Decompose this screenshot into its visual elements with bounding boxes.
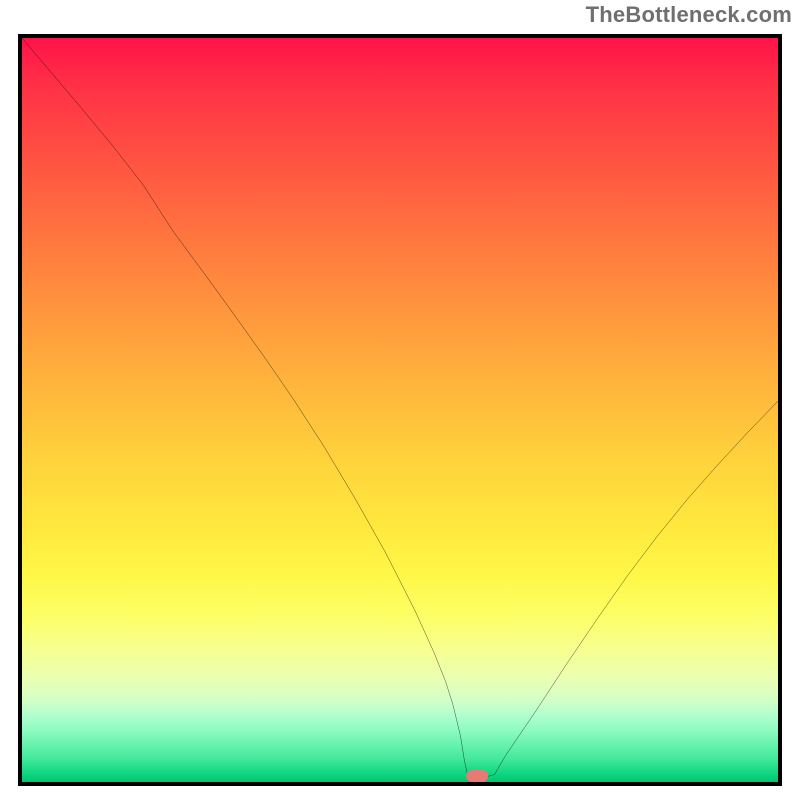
optimal-marker [466, 770, 488, 782]
watermark-text: TheBottleneck.com [586, 2, 792, 28]
plot-area [18, 34, 782, 786]
bottleneck-curve-path [22, 38, 778, 778]
chart-frame: TheBottleneck.com [0, 0, 800, 800]
curve-svg [22, 38, 778, 782]
plot-outer [14, 30, 786, 790]
